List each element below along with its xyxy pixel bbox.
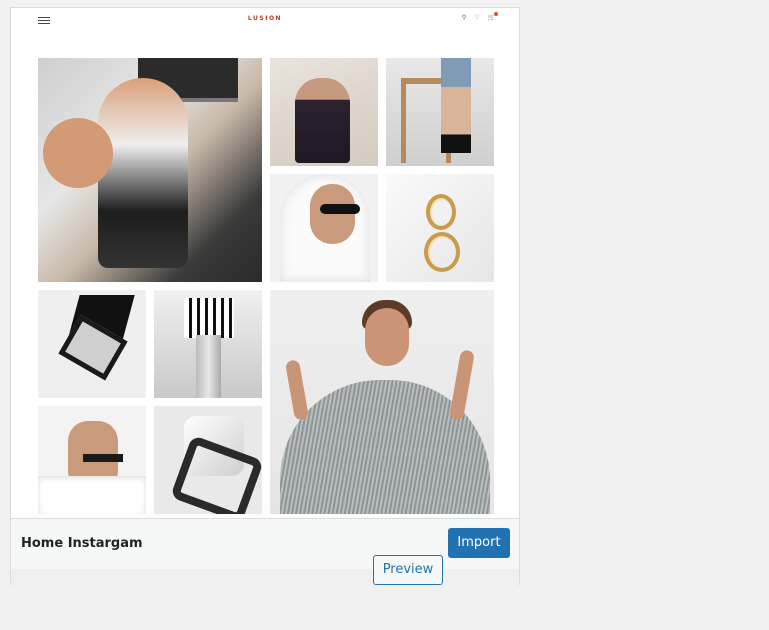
woman-with-radio-photo [38, 58, 262, 282]
cart-icon: 🛒 [487, 14, 495, 21]
gold-earrings-photo [386, 174, 494, 282]
woman-hood-sunglasses-photo [270, 174, 378, 282]
preview-header-icons: ⚲ ♡ 🛒 [456, 14, 495, 21]
woman-pleated-dress-photo [270, 290, 494, 514]
import-button[interactable]: Import [448, 528, 510, 558]
piano-skirt-photo [154, 290, 262, 398]
black-handbag-photo [154, 406, 262, 514]
theme-card: LUSION ⚲ ♡ 🛒 Home Instargam Import [10, 7, 520, 585]
preview-header: LUSION ⚲ ♡ 🛒 [11, 8, 519, 32]
woman-in-black-top-photo [270, 58, 378, 166]
preview-button[interactable]: Preview [373, 555, 443, 585]
theme-screenshot[interactable]: LUSION ⚲ ♡ 🛒 [11, 8, 519, 518]
legs-on-stool-photo [386, 58, 494, 166]
search-icon: ⚲ [461, 14, 467, 21]
preview-logo: LUSION [247, 15, 283, 22]
heart-icon: ♡ [474, 14, 480, 21]
woman-choker-photo [38, 406, 146, 514]
theme-name: Home Instargam [21, 536, 143, 551]
black-bag-buckle-photo [38, 290, 146, 398]
